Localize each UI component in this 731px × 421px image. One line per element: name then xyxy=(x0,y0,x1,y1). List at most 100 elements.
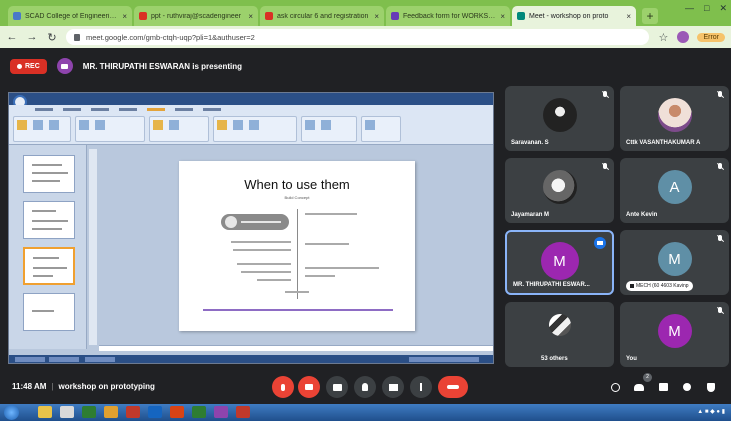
others-tile[interactable]: 53 others xyxy=(505,302,614,367)
tab-favicon-icon xyxy=(13,12,21,20)
ppt-status-bar xyxy=(9,355,493,363)
camera-toggle-button[interactable] xyxy=(298,376,320,398)
close-tab-icon[interactable]: × xyxy=(500,12,505,21)
browser-tab[interactable]: SCAD College of Engineering & T × xyxy=(8,6,132,26)
close-tab-icon[interactable]: × xyxy=(248,12,253,21)
slide-thumbnail-selected xyxy=(23,247,75,285)
slide-accent-line xyxy=(203,309,393,311)
close-tab-icon[interactable]: × xyxy=(122,12,127,21)
leave-call-button[interactable] xyxy=(438,376,468,398)
mic-toggle-button[interactable] xyxy=(272,376,294,398)
mic-off-icon xyxy=(602,91,608,99)
url-text: meet.google.com/gmb-ctqh-uqp?pli=1&authu… xyxy=(86,32,255,42)
participant-avatar xyxy=(542,170,577,204)
browser-tab-active[interactable]: Meet - workshop on proto × xyxy=(512,6,636,26)
participant-tile[interactable]: Saravanan. S xyxy=(505,86,614,151)
host-controls-icon[interactable] xyxy=(704,380,718,394)
maximize-icon[interactable]: □ xyxy=(704,3,709,14)
participant-avatar: M xyxy=(540,242,579,280)
notes-pane xyxy=(99,345,493,351)
chrome-taskbar-icon[interactable] xyxy=(104,406,118,418)
participant-tile[interactable]: A Ante Kevin xyxy=(620,158,729,223)
more-options-button[interactable] xyxy=(410,376,432,398)
tab-favicon-icon xyxy=(391,12,399,20)
browser-tab[interactable]: ppt - ruthviraj@scadengineer × xyxy=(134,6,258,26)
record-dot-icon xyxy=(17,63,22,69)
present-now-button[interactable] xyxy=(382,376,404,398)
meeting-details-icon[interactable] xyxy=(608,380,622,394)
chat-icon[interactable] xyxy=(656,380,670,394)
people-count-badge: 2 xyxy=(643,373,652,382)
captions-button[interactable] xyxy=(326,376,348,398)
app-taskbar-icon[interactable] xyxy=(148,406,162,418)
participant-avatar: M xyxy=(657,242,692,276)
app-taskbar-icon[interactable] xyxy=(192,406,206,418)
participant-name: Jayamaran M xyxy=(511,212,550,218)
slide-text-line xyxy=(237,263,291,265)
participant-tile[interactable]: Cttk VASANTHAKUMAR A xyxy=(620,86,729,151)
slide-text-line xyxy=(231,241,291,243)
browser-tab[interactable]: Feedback form for WORKSHOP × xyxy=(386,6,510,26)
rec-label: REC xyxy=(25,62,40,70)
tab-title: SCAD College of Engineering & T xyxy=(25,12,118,20)
forward-icon[interactable]: → xyxy=(26,31,38,43)
close-tab-icon[interactable]: × xyxy=(374,12,379,21)
activities-icon[interactable] xyxy=(680,380,694,394)
app-taskbar-icon[interactable] xyxy=(60,406,74,418)
tab-title: Feedback form for WORKSHOP xyxy=(403,12,497,20)
tab-title: ppt - ruthviraj@scadengineer xyxy=(151,12,241,20)
participant-name: MR. THIRUPATHI ESWAR... xyxy=(513,282,590,288)
slide-text-line xyxy=(241,271,291,273)
participant-tile[interactable]: M MECH (60 4603 Kavinp xyxy=(620,230,729,295)
participant-avatar xyxy=(542,98,577,132)
address-bar: ← → ↻ meet.google.com/gmb-ctqh-uqp?pli=1… xyxy=(0,26,731,48)
meeting-info: 11:48 AM | workshop on prototyping xyxy=(12,382,155,391)
pin-icon xyxy=(630,284,634,288)
star-icon[interactable]: ☆ xyxy=(657,31,669,44)
slide-text-line xyxy=(285,291,309,293)
app-taskbar-icon[interactable] xyxy=(236,406,250,418)
tab-favicon-icon xyxy=(265,12,273,20)
sync-error-button[interactable]: Error xyxy=(697,32,725,42)
slide-text-line xyxy=(305,213,357,215)
others-avatars xyxy=(548,314,571,336)
close-window-icon[interactable]: ✕ xyxy=(719,3,727,14)
minimize-icon[interactable]: — xyxy=(685,3,694,14)
app-taskbar-icon[interactable] xyxy=(214,406,228,418)
participant-name: Cttk VASANTHAKUMAR A xyxy=(626,140,701,146)
app-taskbar-icon[interactable] xyxy=(126,406,140,418)
participant-avatar xyxy=(657,98,692,132)
back-icon[interactable]: ← xyxy=(6,31,18,43)
close-tab-icon[interactable]: × xyxy=(626,12,631,21)
participant-tile[interactable]: Jayamaran M xyxy=(505,158,614,223)
system-tray: ▲ ■ ◆ ● ▮ xyxy=(697,409,725,415)
powerpoint-taskbar-icon[interactable] xyxy=(170,406,184,418)
others-count: 53 others xyxy=(541,356,568,362)
reload-icon[interactable]: ↻ xyxy=(46,31,58,44)
recording-badge[interactable]: REC xyxy=(10,58,47,74)
self-tile[interactable]: M You xyxy=(620,302,729,367)
presenting-text: MR. THIRUPATHI ESWARAN is presenting xyxy=(82,61,243,71)
people-icon[interactable] xyxy=(632,380,646,394)
browser-tab[interactable]: ask circular 6 and registration × xyxy=(260,6,384,26)
profile-avatar[interactable] xyxy=(677,31,690,43)
slide-canvas: When to use them Build Concept xyxy=(179,161,415,331)
slide-text-line xyxy=(305,275,335,277)
tab-favicon-icon xyxy=(517,12,525,20)
participant-tile-presenter[interactable]: M MR. THIRUPATHI ESWAR... xyxy=(505,230,614,295)
start-button[interactable] xyxy=(4,405,19,420)
shared-screen: When to use them Build Concept xyxy=(8,92,494,364)
app-taskbar-icon[interactable] xyxy=(82,406,96,418)
slide-divider xyxy=(297,209,298,299)
url-input[interactable]: meet.google.com/gmb-ctqh-uqp?pli=1&authu… xyxy=(66,29,650,45)
raise-hand-button[interactable] xyxy=(354,376,376,398)
slide-thumbnails xyxy=(9,145,87,349)
new-tab-button[interactable]: + xyxy=(642,8,658,24)
mic-off-icon xyxy=(717,163,723,171)
slide-text-line xyxy=(305,243,349,245)
mic-off-icon xyxy=(602,163,608,171)
ppt-title-bar xyxy=(9,93,493,109)
slide-text-line xyxy=(305,267,379,269)
ruler xyxy=(89,149,97,345)
explorer-taskbar-icon[interactable] xyxy=(38,406,52,418)
